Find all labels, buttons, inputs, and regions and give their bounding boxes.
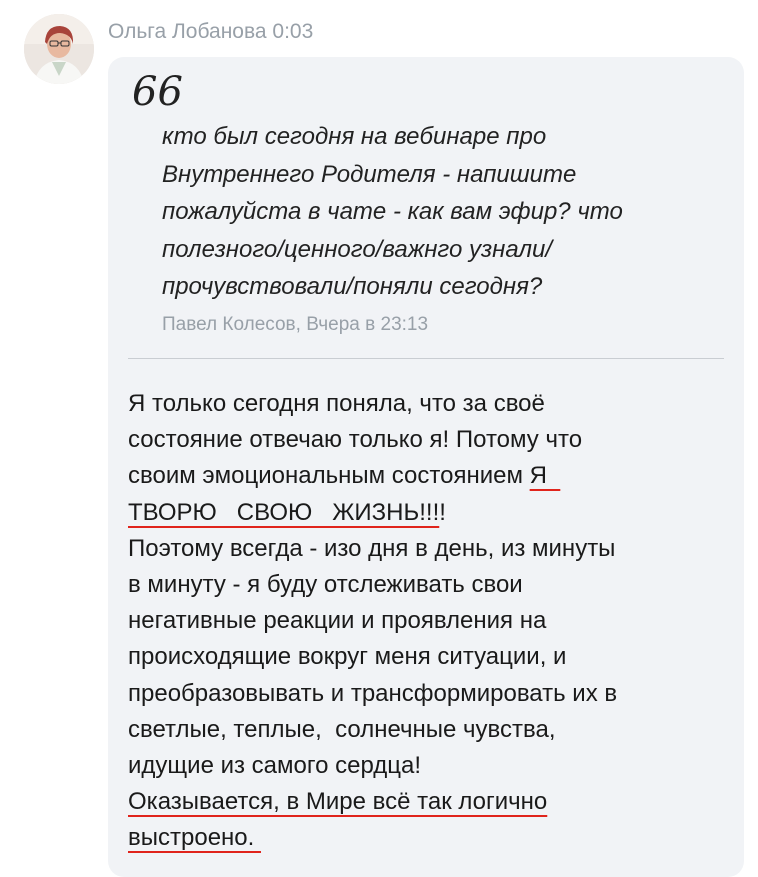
message-line: идущие из самого сердца! [128,752,422,780]
message-line: происходящие вокруг меня ситуации, и [128,643,567,671]
quote-author[interactable]: Павел Колесов, Вчера в 23:13 [162,314,428,336]
message-line: в минуту - я буду отслеживать свои [128,571,523,599]
message-segment: ! [439,498,446,526]
message-line: Поэтому всегда - изо дня в день, из мину… [128,534,616,562]
avatar[interactable] [24,14,94,84]
message-line: Я только сегодня поняла, что за своё [128,390,545,417]
message-line: ТВОРЮ СВОЮ ЖИЗНЬ!!!! [128,495,738,531]
message-text: Я только сегодня поняла, что за своё сос… [128,386,738,857]
quote-line: Внутреннего Родителя - напишите [162,160,577,188]
quote-divider [128,358,724,359]
quote-mark-icon: 66 [132,69,183,115]
sender-name[interactable]: Ольга Лобанова [108,20,267,43]
avatar-photo [24,14,94,84]
underlined-text: ТВОРЮ СВОЮ ЖИЗНЬ!!! [128,498,440,526]
quote-line: кто был сегодня на вебинаре про [162,123,547,150]
message-line: своим эмоциональным состоянием Я [128,458,738,494]
underlined-text: выстроено. [128,824,261,852]
quoted-message[interactable]: кто был сегодня на вебинаре про Внутренн… [162,118,702,306]
message-line: Оказывается, в Мире всё так логично [128,784,738,820]
underlined-text: Я [529,462,561,490]
quote-line: прочувствовали/поняли сегодня? [162,273,543,300]
message-line: состояние отвечаю только я! Потому что [128,426,583,454]
message-time[interactable]: 0:03 [272,20,313,43]
message-line: преобразовывать и трансформировать их в [128,679,618,707]
message-header: Ольга Лобанова 0:03 [108,20,313,44]
message-line: выстроено. [128,820,738,856]
quote-line: пожалуйста в чате - как вам эфир? что [162,198,623,225]
underlined-text: Оказывается, в Мире всё так логично [128,788,548,816]
message-segment: своим эмоциональным состоянием [128,462,530,490]
message-line: светлые, теплые, солнечные чувства, [128,715,556,743]
message-line: негативные реакции и проявления на [128,607,547,635]
quote-line: полезного/ценного/важнго узнали/ [162,235,552,263]
